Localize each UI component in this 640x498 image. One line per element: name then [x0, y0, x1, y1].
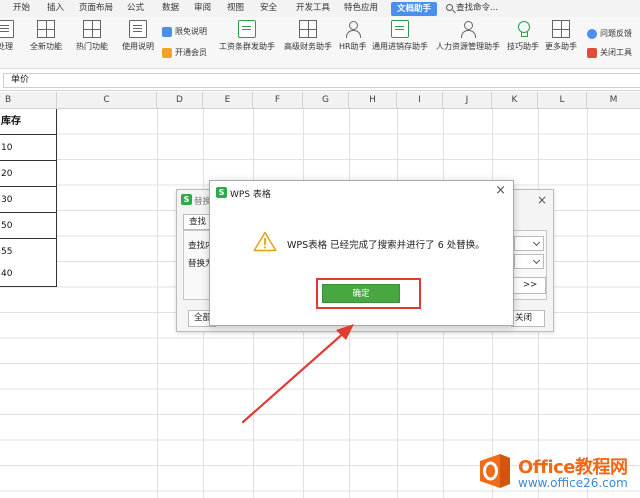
annotation-arrow [241, 324, 354, 424]
watermark-url: www.office26.com [518, 476, 628, 490]
office-logo-icon [480, 454, 510, 488]
watermark: Office教程网 www.office26.com [470, 447, 640, 498]
